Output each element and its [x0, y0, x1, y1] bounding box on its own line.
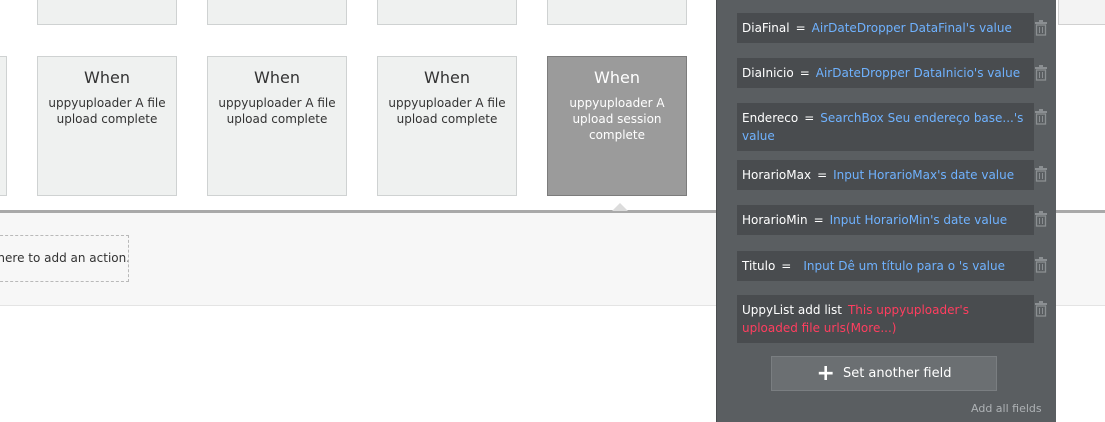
field-key: Endereco [742, 111, 799, 125]
trash-icon[interactable] [1034, 109, 1048, 125]
field-operator: = [795, 21, 806, 35]
action-property-panel: DiaFinal = AirDateDropper DataFinal's valu… [716, 0, 1056, 422]
event-card-partial[interactable] [37, 0, 177, 25]
trash-icon[interactable] [1034, 211, 1048, 227]
event-card[interactable]: When uppyuploader A file upload complete [377, 56, 517, 196]
field-key: DiaFinal [742, 21, 790, 35]
event-card-partial[interactable] [207, 0, 347, 25]
trash-icon[interactable] [1034, 166, 1048, 182]
trash-icon[interactable] [1034, 301, 1048, 317]
event-card[interactable]: When uppyuploader A file upload complete [207, 56, 347, 196]
event-description: uppyuploader A file upload complete [218, 96, 336, 126]
event-description: uppyuploader A file upload complete [388, 96, 506, 126]
add-action-button[interactable]: Click here to add an action... [0, 235, 129, 282]
event-title: When [594, 68, 640, 87]
field-key: HorarioMax [742, 168, 812, 182]
field-key: DiaInicio [742, 66, 794, 80]
plus-icon: + [816, 361, 835, 386]
field-value[interactable]: AirDateDropper DataFinal's value [812, 21, 1012, 35]
event-title: When [254, 68, 300, 87]
field-row-horariomin[interactable]: HorarioMin = Input HorarioMin's date value [737, 205, 1034, 235]
add-action-label: Click here to add an action... [0, 251, 128, 265]
field-row-endereco[interactable]: Endereco = SearchBox Seu endereço base...'… [737, 103, 1034, 151]
event-description: uppyuploader A upload session complete [569, 96, 665, 142]
event-card[interactable]: When uppyuploader A file upload complete [37, 56, 177, 196]
event-description: uppyuploader A file upload complete [48, 96, 166, 126]
field-row-diafinal[interactable]: DiaFinal = AirDateDropper DataFinal's valu… [737, 13, 1034, 43]
field-value[interactable]: Input HorarioMin's date value [830, 213, 1007, 227]
field-value[interactable]: Input Dê um título para o 's value [803, 259, 1005, 273]
trash-icon[interactable] [1034, 257, 1048, 273]
field-operator: = [813, 213, 824, 227]
field-value[interactable]: Input HorarioMax's date value [833, 168, 1014, 182]
field-row-uppylist[interactable]: UppyList add list This uppyuploader's upl… [737, 295, 1034, 343]
add-all-fields-link[interactable]: Add all fields [971, 402, 1042, 415]
set-another-field-button[interactable]: + Set another field [771, 356, 997, 391]
event-card-partial[interactable] [0, 56, 7, 196]
field-key: HorarioMin [742, 213, 808, 227]
field-row-diainicio[interactable]: DiaInicio = AirDateDropper DataInicio's va… [737, 58, 1034, 88]
event-title: When [424, 68, 470, 87]
field-row-titulo[interactable]: Titulo = Input Dê um título para o 's valu… [737, 251, 1034, 281]
field-operator: = [781, 259, 792, 273]
field-operator: = [817, 168, 828, 182]
trash-icon[interactable] [1034, 20, 1048, 36]
field-value[interactable]: AirDateDropper DataInicio's value [816, 66, 1020, 80]
event-card-partial[interactable] [547, 0, 687, 25]
trash-icon[interactable] [1034, 65, 1048, 81]
event-title: When [84, 68, 130, 87]
field-operator: = [799, 66, 810, 80]
field-key: UppyList add list [742, 303, 842, 317]
set-another-field-label: Set another field [842, 366, 952, 381]
selected-event-pointer [612, 203, 628, 211]
field-row-horariomax[interactable]: HorarioMax = Input HorarioMax's date value [737, 160, 1034, 190]
field-operator: = [804, 111, 815, 125]
event-card-partial[interactable] [1058, 0, 1105, 25]
event-card-partial[interactable] [377, 0, 517, 25]
field-key: Titulo [742, 259, 776, 273]
event-card-selected[interactable]: When uppyuploader A upload session compl… [547, 56, 687, 196]
